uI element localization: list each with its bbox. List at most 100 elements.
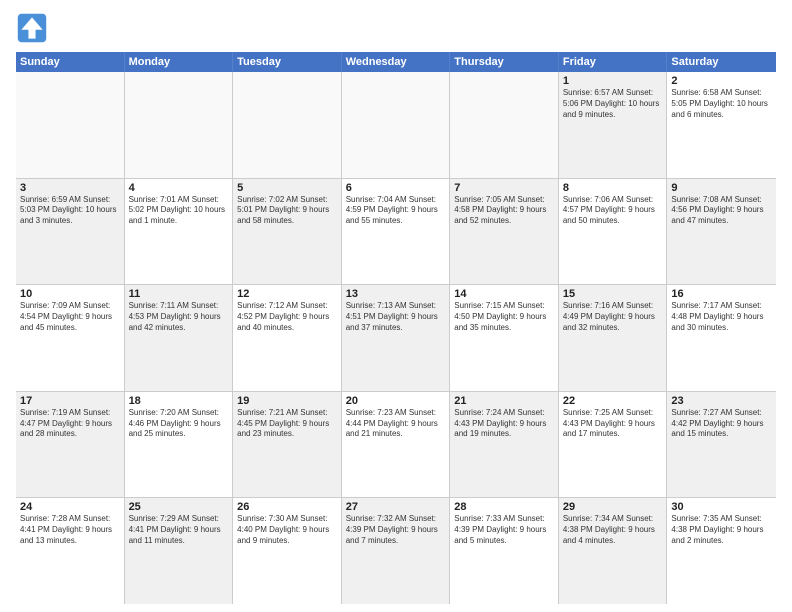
cell-info: Sunrise: 6:57 AM Sunset: 5:06 PM Dayligh… — [563, 88, 663, 120]
day-number: 21 — [454, 395, 554, 407]
cal-cell-r1-c3: 6Sunrise: 7:04 AM Sunset: 4:59 PM Daylig… — [342, 179, 451, 285]
day-number: 20 — [346, 395, 446, 407]
cal-cell-r3-c4: 21Sunrise: 7:24 AM Sunset: 4:43 PM Dayli… — [450, 392, 559, 498]
cell-info: Sunrise: 7:02 AM Sunset: 5:01 PM Dayligh… — [237, 195, 337, 227]
cal-cell-r0-c1 — [125, 72, 234, 178]
cal-cell-r0-c4 — [450, 72, 559, 178]
day-number: 9 — [671, 182, 772, 194]
day-number: 14 — [454, 288, 554, 300]
cell-info: Sunrise: 7:15 AM Sunset: 4:50 PM Dayligh… — [454, 301, 554, 333]
cal-cell-r4-c4: 28Sunrise: 7:33 AM Sunset: 4:39 PM Dayli… — [450, 498, 559, 604]
cell-info: Sunrise: 7:01 AM Sunset: 5:02 PM Dayligh… — [129, 195, 229, 227]
cell-info: Sunrise: 7:33 AM Sunset: 4:39 PM Dayligh… — [454, 514, 554, 546]
cell-info: Sunrise: 7:25 AM Sunset: 4:43 PM Dayligh… — [563, 408, 663, 440]
cell-info: Sunrise: 7:27 AM Sunset: 4:42 PM Dayligh… — [671, 408, 772, 440]
cal-cell-r2-c2: 12Sunrise: 7:12 AM Sunset: 4:52 PM Dayli… — [233, 285, 342, 391]
day-number: 6 — [346, 182, 446, 194]
cell-info: Sunrise: 7:32 AM Sunset: 4:39 PM Dayligh… — [346, 514, 446, 546]
day-number: 5 — [237, 182, 337, 194]
cell-info: Sunrise: 7:29 AM Sunset: 4:41 PM Dayligh… — [129, 514, 229, 546]
cell-info: Sunrise: 7:34 AM Sunset: 4:38 PM Dayligh… — [563, 514, 663, 546]
day-number: 22 — [563, 395, 663, 407]
day-number: 24 — [20, 501, 120, 513]
cell-info: Sunrise: 7:08 AM Sunset: 4:56 PM Dayligh… — [671, 195, 772, 227]
cal-cell-r2-c1: 11Sunrise: 7:11 AM Sunset: 4:53 PM Dayli… — [125, 285, 234, 391]
day-number: 17 — [20, 395, 120, 407]
day-number: 11 — [129, 288, 229, 300]
cal-cell-r1-c6: 9Sunrise: 7:08 AM Sunset: 4:56 PM Daylig… — [667, 179, 776, 285]
cal-cell-r4-c6: 30Sunrise: 7:35 AM Sunset: 4:38 PM Dayli… — [667, 498, 776, 604]
cal-cell-r4-c1: 25Sunrise: 7:29 AM Sunset: 4:41 PM Dayli… — [125, 498, 234, 604]
calendar-body: 1Sunrise: 6:57 AM Sunset: 5:06 PM Daylig… — [16, 72, 776, 604]
cell-info: Sunrise: 7:05 AM Sunset: 4:58 PM Dayligh… — [454, 195, 554, 227]
cal-cell-r4-c0: 24Sunrise: 7:28 AM Sunset: 4:41 PM Dayli… — [16, 498, 125, 604]
calendar: SundayMondayTuesdayWednesdayThursdayFrid… — [16, 52, 776, 604]
day-number: 12 — [237, 288, 337, 300]
cell-info: Sunrise: 7:16 AM Sunset: 4:49 PM Dayligh… — [563, 301, 663, 333]
day-number: 2 — [671, 75, 772, 87]
cell-info: Sunrise: 7:35 AM Sunset: 4:38 PM Dayligh… — [671, 514, 772, 546]
header-day-friday: Friday — [559, 52, 668, 72]
cal-cell-r1-c2: 5Sunrise: 7:02 AM Sunset: 5:01 PM Daylig… — [233, 179, 342, 285]
cal-cell-r1-c1: 4Sunrise: 7:01 AM Sunset: 5:02 PM Daylig… — [125, 179, 234, 285]
page: SundayMondayTuesdayWednesdayThursdayFrid… — [0, 0, 792, 612]
cell-info: Sunrise: 7:19 AM Sunset: 4:47 PM Dayligh… — [20, 408, 120, 440]
cal-cell-r4-c3: 27Sunrise: 7:32 AM Sunset: 4:39 PM Dayli… — [342, 498, 451, 604]
cal-cell-r0-c0 — [16, 72, 125, 178]
header-day-saturday: Saturday — [667, 52, 776, 72]
header-day-tuesday: Tuesday — [233, 52, 342, 72]
cal-row-2: 10Sunrise: 7:09 AM Sunset: 4:54 PM Dayli… — [16, 285, 776, 392]
cal-cell-r3-c3: 20Sunrise: 7:23 AM Sunset: 4:44 PM Dayli… — [342, 392, 451, 498]
header — [16, 12, 776, 44]
cal-cell-r2-c5: 15Sunrise: 7:16 AM Sunset: 4:49 PM Dayli… — [559, 285, 668, 391]
day-number: 4 — [129, 182, 229, 194]
header-day-sunday: Sunday — [16, 52, 125, 72]
day-number: 16 — [671, 288, 772, 300]
cal-cell-r2-c0: 10Sunrise: 7:09 AM Sunset: 4:54 PM Dayli… — [16, 285, 125, 391]
day-number: 8 — [563, 182, 663, 194]
cell-info: Sunrise: 7:24 AM Sunset: 4:43 PM Dayligh… — [454, 408, 554, 440]
cal-row-0: 1Sunrise: 6:57 AM Sunset: 5:06 PM Daylig… — [16, 72, 776, 179]
cell-info: Sunrise: 7:13 AM Sunset: 4:51 PM Dayligh… — [346, 301, 446, 333]
logo-icon — [16, 12, 48, 44]
cal-cell-r0-c6: 2Sunrise: 6:58 AM Sunset: 5:05 PM Daylig… — [667, 72, 776, 178]
cal-cell-r0-c2 — [233, 72, 342, 178]
cell-info: Sunrise: 7:21 AM Sunset: 4:45 PM Dayligh… — [237, 408, 337, 440]
day-number: 15 — [563, 288, 663, 300]
day-number: 13 — [346, 288, 446, 300]
header-day-thursday: Thursday — [450, 52, 559, 72]
cal-cell-r0-c5: 1Sunrise: 6:57 AM Sunset: 5:06 PM Daylig… — [559, 72, 668, 178]
cal-cell-r1-c4: 7Sunrise: 7:05 AM Sunset: 4:58 PM Daylig… — [450, 179, 559, 285]
cal-cell-r3-c1: 18Sunrise: 7:20 AM Sunset: 4:46 PM Dayli… — [125, 392, 234, 498]
cal-cell-r2-c4: 14Sunrise: 7:15 AM Sunset: 4:50 PM Dayli… — [450, 285, 559, 391]
cal-row-1: 3Sunrise: 6:59 AM Sunset: 5:03 PM Daylig… — [16, 179, 776, 286]
cal-row-3: 17Sunrise: 7:19 AM Sunset: 4:47 PM Dayli… — [16, 392, 776, 499]
header-day-wednesday: Wednesday — [342, 52, 451, 72]
cal-cell-r3-c6: 23Sunrise: 7:27 AM Sunset: 4:42 PM Dayli… — [667, 392, 776, 498]
day-number: 28 — [454, 501, 554, 513]
day-number: 18 — [129, 395, 229, 407]
cal-cell-r2-c6: 16Sunrise: 7:17 AM Sunset: 4:48 PM Dayli… — [667, 285, 776, 391]
day-number: 19 — [237, 395, 337, 407]
cell-info: Sunrise: 7:04 AM Sunset: 4:59 PM Dayligh… — [346, 195, 446, 227]
cal-cell-r1-c0: 3Sunrise: 6:59 AM Sunset: 5:03 PM Daylig… — [16, 179, 125, 285]
cell-info: Sunrise: 7:17 AM Sunset: 4:48 PM Dayligh… — [671, 301, 772, 333]
day-number: 29 — [563, 501, 663, 513]
cell-info: Sunrise: 6:59 AM Sunset: 5:03 PM Dayligh… — [20, 195, 120, 227]
day-number: 1 — [563, 75, 663, 87]
day-number: 7 — [454, 182, 554, 194]
cell-info: Sunrise: 7:06 AM Sunset: 4:57 PM Dayligh… — [563, 195, 663, 227]
cell-info: Sunrise: 6:58 AM Sunset: 5:05 PM Dayligh… — [671, 88, 772, 120]
cell-info: Sunrise: 7:30 AM Sunset: 4:40 PM Dayligh… — [237, 514, 337, 546]
cal-cell-r0-c3 — [342, 72, 451, 178]
cell-info: Sunrise: 7:20 AM Sunset: 4:46 PM Dayligh… — [129, 408, 229, 440]
cal-cell-r3-c0: 17Sunrise: 7:19 AM Sunset: 4:47 PM Dayli… — [16, 392, 125, 498]
day-number: 26 — [237, 501, 337, 513]
cell-info: Sunrise: 7:11 AM Sunset: 4:53 PM Dayligh… — [129, 301, 229, 333]
cal-cell-r4-c2: 26Sunrise: 7:30 AM Sunset: 4:40 PM Dayli… — [233, 498, 342, 604]
cell-info: Sunrise: 7:12 AM Sunset: 4:52 PM Dayligh… — [237, 301, 337, 333]
day-number: 3 — [20, 182, 120, 194]
cal-cell-r1-c5: 8Sunrise: 7:06 AM Sunset: 4:57 PM Daylig… — [559, 179, 668, 285]
calendar-header: SundayMondayTuesdayWednesdayThursdayFrid… — [16, 52, 776, 72]
day-number: 10 — [20, 288, 120, 300]
